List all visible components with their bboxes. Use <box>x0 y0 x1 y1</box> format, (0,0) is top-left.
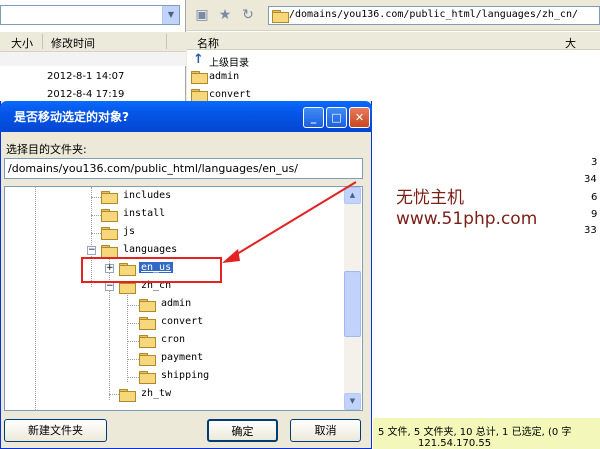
arrow-head <box>222 249 240 263</box>
annotation-arrow <box>222 181 357 263</box>
arrow-shaft <box>231 181 357 258</box>
